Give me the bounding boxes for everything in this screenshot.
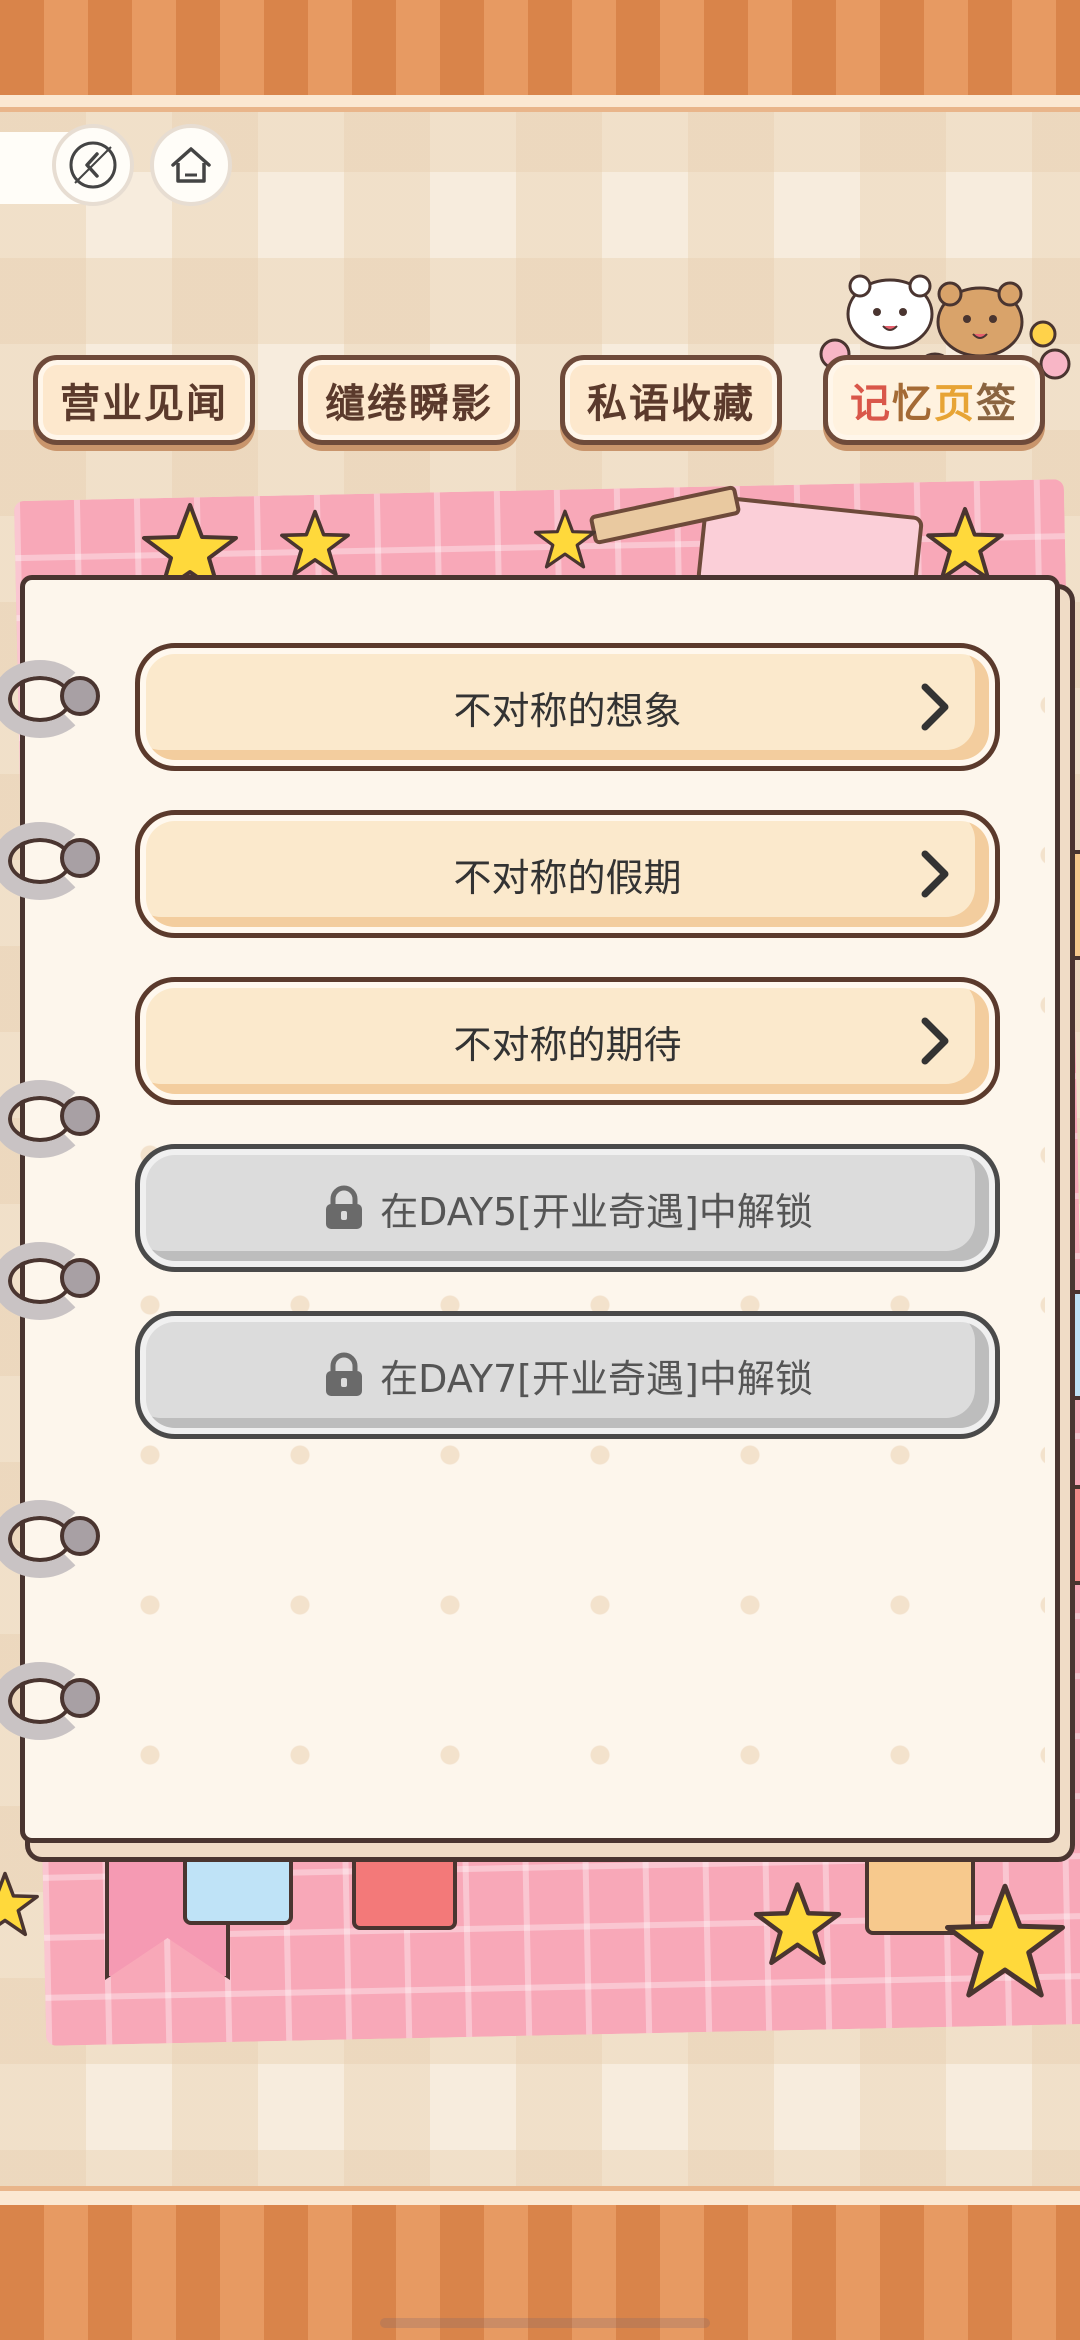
chapter-label: 不对称的假期 (453, 855, 682, 900)
binder-ring-hole (60, 1516, 100, 1556)
lock-icon (326, 1352, 363, 1396)
side-tab-blue (1060, 1290, 1080, 1400)
chevron-right-icon (921, 1017, 949, 1065)
home-button[interactable] (150, 124, 232, 206)
star-decoration (533, 509, 597, 569)
tab-label-char: 页 (934, 381, 976, 427)
chapter-label: 在DAY5[开业奇遇]中解锁 (380, 1189, 813, 1234)
tab-label-char: 忆 (892, 381, 934, 427)
binder-ring-hole (60, 1678, 100, 1718)
chevron-right-icon (921, 850, 949, 898)
tab-tender-moments[interactable]: 缱绻瞬影 (298, 355, 520, 445)
side-tab-red (1060, 1485, 1080, 1585)
tab-label: 私语收藏 (587, 381, 755, 427)
star-decoration (280, 509, 350, 577)
star-decoration (0, 1871, 39, 1937)
home-indicator (380, 2318, 710, 2328)
locked-chapter-item[interactable]: 在DAY5[开业奇遇]中解锁 (135, 1144, 1000, 1272)
tab-business-stories[interactable]: 营业见闻 (33, 355, 255, 445)
lock-icon (326, 1185, 363, 1229)
binder-ring-hole (60, 676, 100, 716)
chapter-label: 在DAY7[开业奇遇]中解锁 (380, 1356, 813, 1401)
tab-whisper-collection[interactable]: 私语收藏 (560, 355, 782, 445)
chapter-item[interactable]: 不对称的期待 (135, 977, 1000, 1105)
locked-chapter-item[interactable]: 在DAY7[开业奇遇]中解锁 (135, 1311, 1000, 1439)
star-decoration (945, 1883, 1065, 1998)
back-button[interactable] (52, 124, 134, 206)
binder-ring-hole (60, 1096, 100, 1136)
binder-ring-hole (60, 838, 100, 878)
ribbon-red (352, 1830, 457, 1930)
chapter-item[interactable]: 不对称的想象 (135, 643, 1000, 771)
star-decoration (926, 507, 1004, 581)
home-icon (171, 147, 211, 183)
back-arrow-icon (69, 141, 117, 189)
ribbon-blue (183, 1830, 293, 1925)
tab-label: 营业见闻 (60, 381, 228, 427)
top-stripe-band (0, 0, 1080, 112)
tab-memory-bookmarks[interactable]: 记忆页签 (823, 355, 1045, 445)
binder-ring-hole (60, 1258, 100, 1298)
chapter-label: 不对称的想象 (453, 688, 682, 733)
tab-label-char: 记 (850, 381, 892, 427)
chapter-item[interactable]: 不对称的假期 (135, 810, 1000, 938)
tab-label-char: 签 (976, 381, 1018, 427)
star-decoration (753, 1882, 842, 1966)
chevron-right-icon (921, 683, 949, 731)
chapter-label: 不对称的期待 (453, 1022, 682, 1067)
tab-label: 缱绻瞬影 (325, 381, 493, 427)
side-tab-orange (1060, 850, 1080, 960)
